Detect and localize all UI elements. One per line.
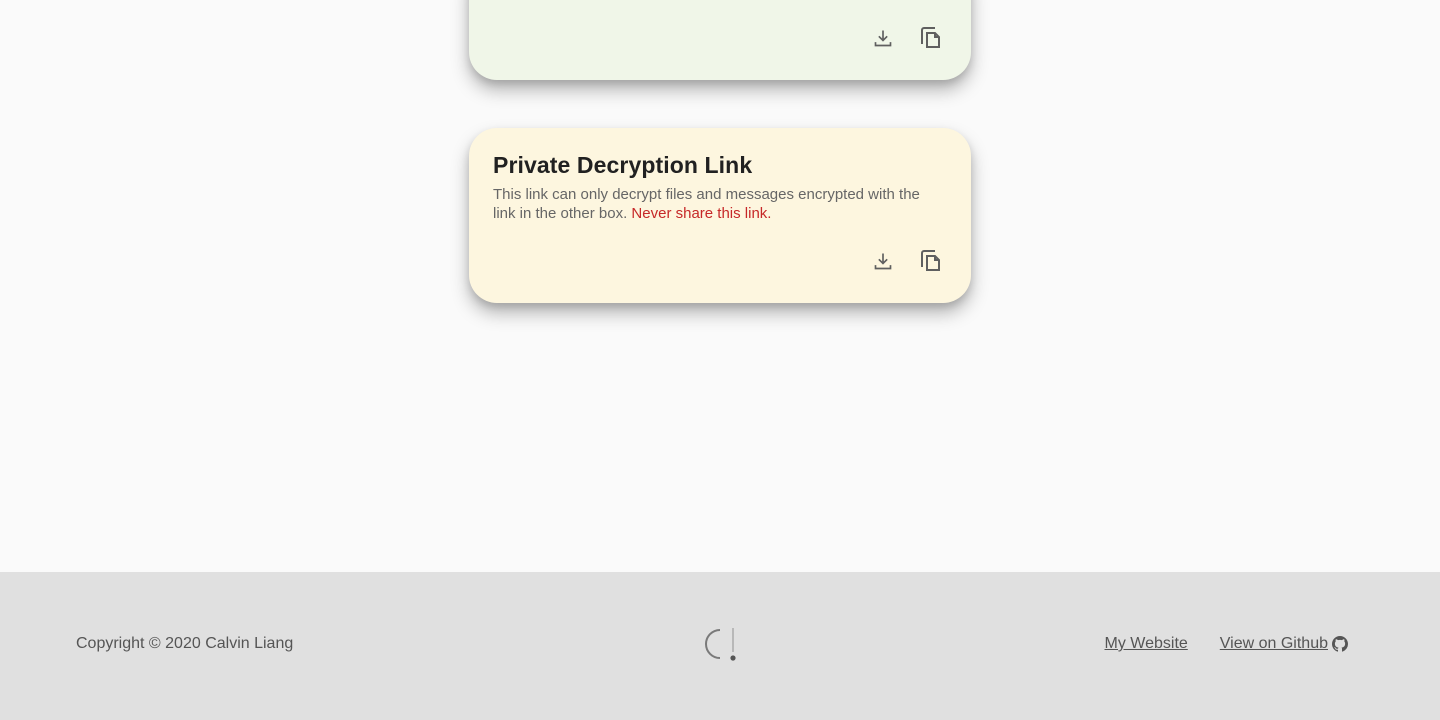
copy-icon <box>921 27 940 48</box>
github-label: View on Github <box>1219 635 1328 652</box>
my-website-label: My Website <box>1104 635 1188 652</box>
copy-icon <box>921 250 940 271</box>
download-icon <box>874 253 892 270</box>
public-download-button[interactable] <box>867 22 899 54</box>
private-card-actions <box>867 245 947 277</box>
github-link[interactable]: View on Github <box>1220 635 1348 653</box>
main-content: Private Decryption Link This link can on… <box>0 0 1440 572</box>
footer: Copyright © 2020 Calvin Liang My Website… <box>0 572 1440 720</box>
public-copy-button[interactable] <box>915 22 947 54</box>
page: Private Decryption Link This link can on… <box>0 0 1440 720</box>
my-website-link[interactable]: My Website <box>1105 635 1188 653</box>
public-card-actions <box>867 22 947 54</box>
github-icon <box>1332 636 1348 652</box>
copyright-text: Copyright © 2020 Calvin Liang <box>76 635 294 652</box>
card-description: This link can only decrypt files and mes… <box>493 185 943 223</box>
site-logo-icon[interactable] <box>700 624 740 664</box>
private-decryption-card: Private Decryption Link This link can on… <box>469 128 971 303</box>
card-title: Private Decryption Link <box>493 152 753 178</box>
warning-text: Never share this link. <box>631 205 772 222</box>
private-download-button[interactable] <box>867 245 899 277</box>
private-copy-button[interactable] <box>915 245 947 277</box>
public-encryption-card <box>469 0 971 80</box>
footer-links: My Website View on Github <box>1105 635 1348 653</box>
download-icon <box>874 30 892 47</box>
